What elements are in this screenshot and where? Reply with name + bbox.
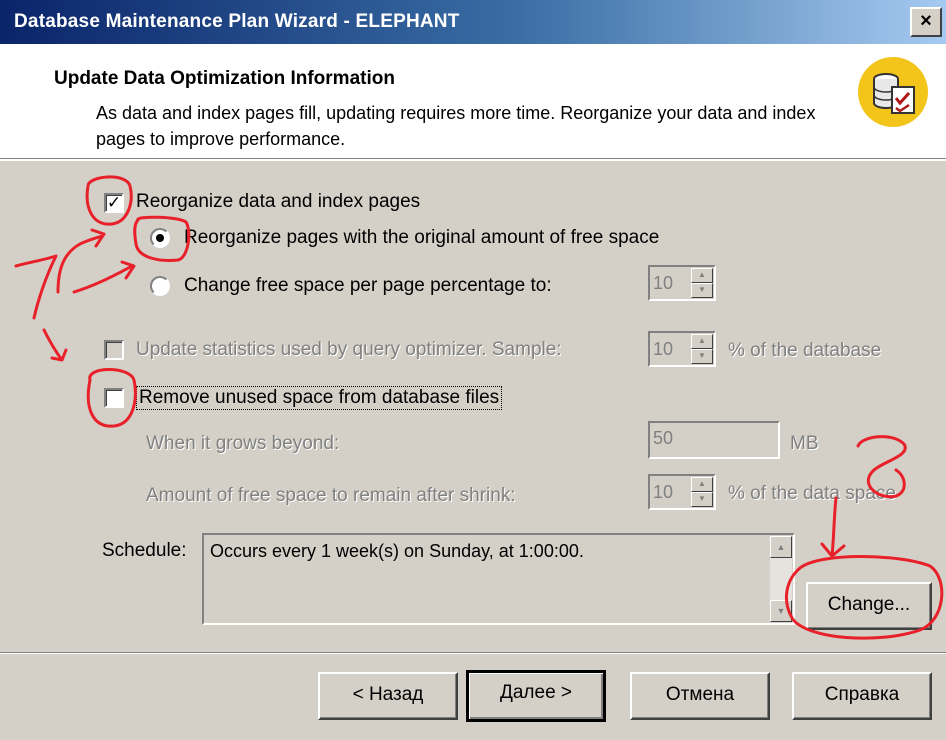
free-after-shrink-spinner: 10 ▲ ▼ xyxy=(648,474,716,510)
wizard-header: Update Data Optimization Information As … xyxy=(0,44,946,161)
close-button[interactable]: × xyxy=(910,7,942,37)
spin-down-icon: ▼ xyxy=(691,283,713,298)
remove-unused-checkbox[interactable] xyxy=(104,388,124,408)
reorganize-checkbox[interactable]: ✓ xyxy=(104,193,124,213)
next-button[interactable]: Далее > xyxy=(466,670,606,722)
spin-up-icon: ▲ xyxy=(691,477,713,492)
schedule-textbox[interactable]: Occurs every 1 week(s) on Sunday, at 1:0… xyxy=(202,533,795,625)
page-title: Update Data Optimization Information xyxy=(54,68,395,89)
keep-free-space-label: Reorganize pages with the original amoun… xyxy=(184,227,660,248)
keep-free-space-radio[interactable] xyxy=(150,228,170,248)
remove-unused-label: Remove unused space from database files xyxy=(136,386,503,410)
schedule-scrollbar[interactable]: ▲ ▼ xyxy=(770,536,792,622)
schedule-text: Occurs every 1 week(s) on Sunday, at 1:0… xyxy=(210,541,584,561)
free-after-shrink-value: 10 xyxy=(653,482,674,502)
free-space-spinner: 10 ▲ ▼ xyxy=(648,265,716,301)
back-button[interactable]: < Назад xyxy=(318,672,458,720)
cancel-button[interactable]: Отмена xyxy=(630,672,770,720)
spin-down-icon: ▼ xyxy=(691,349,713,364)
update-stats-value: 10 xyxy=(653,339,674,359)
grows-beyond-label: When it grows beyond: xyxy=(146,433,340,454)
update-stats-suffix: % of the database xyxy=(728,340,882,361)
radio-selected-dot xyxy=(156,234,164,242)
change-schedule-button[interactable]: Change... xyxy=(806,582,932,630)
update-stats-spinner: 10 ▲ ▼ xyxy=(648,331,716,367)
footer-separator xyxy=(0,652,946,654)
spin-down-icon: ▼ xyxy=(691,492,713,507)
scroll-up-icon[interactable]: ▲ xyxy=(770,536,792,558)
page-description: As data and index pages fill, updating r… xyxy=(96,103,816,149)
free-space-value: 10 xyxy=(653,273,674,293)
update-stats-label: Update statistics used by query optimize… xyxy=(136,339,562,360)
change-free-space-radio[interactable] xyxy=(150,276,170,296)
help-button[interactable]: Справка xyxy=(792,672,932,720)
database-checklist-icon xyxy=(858,57,928,127)
scroll-down-icon[interactable]: ▼ xyxy=(770,600,792,622)
free-after-shrink-label: Amount of free space to remain after shr… xyxy=(146,485,516,506)
grows-beyond-value: 50 xyxy=(653,428,674,448)
update-stats-checkbox xyxy=(104,340,124,360)
grows-beyond-input: 50 xyxy=(648,421,780,459)
grows-beyond-unit: MB xyxy=(790,433,819,454)
window-title: Database Maintenance Plan Wizard - ELEPH… xyxy=(14,11,460,32)
change-free-space-label: Change free space per page percentage to… xyxy=(184,275,552,296)
spin-up-icon: ▲ xyxy=(691,268,713,283)
schedule-label: Schedule: xyxy=(102,540,187,561)
title-bar: Database Maintenance Plan Wizard - ELEPH… xyxy=(0,0,946,44)
free-after-shrink-suffix: % of the data space xyxy=(728,483,896,504)
reorganize-label: Reorganize data and index pages xyxy=(136,191,421,212)
spin-up-icon: ▲ xyxy=(691,334,713,349)
